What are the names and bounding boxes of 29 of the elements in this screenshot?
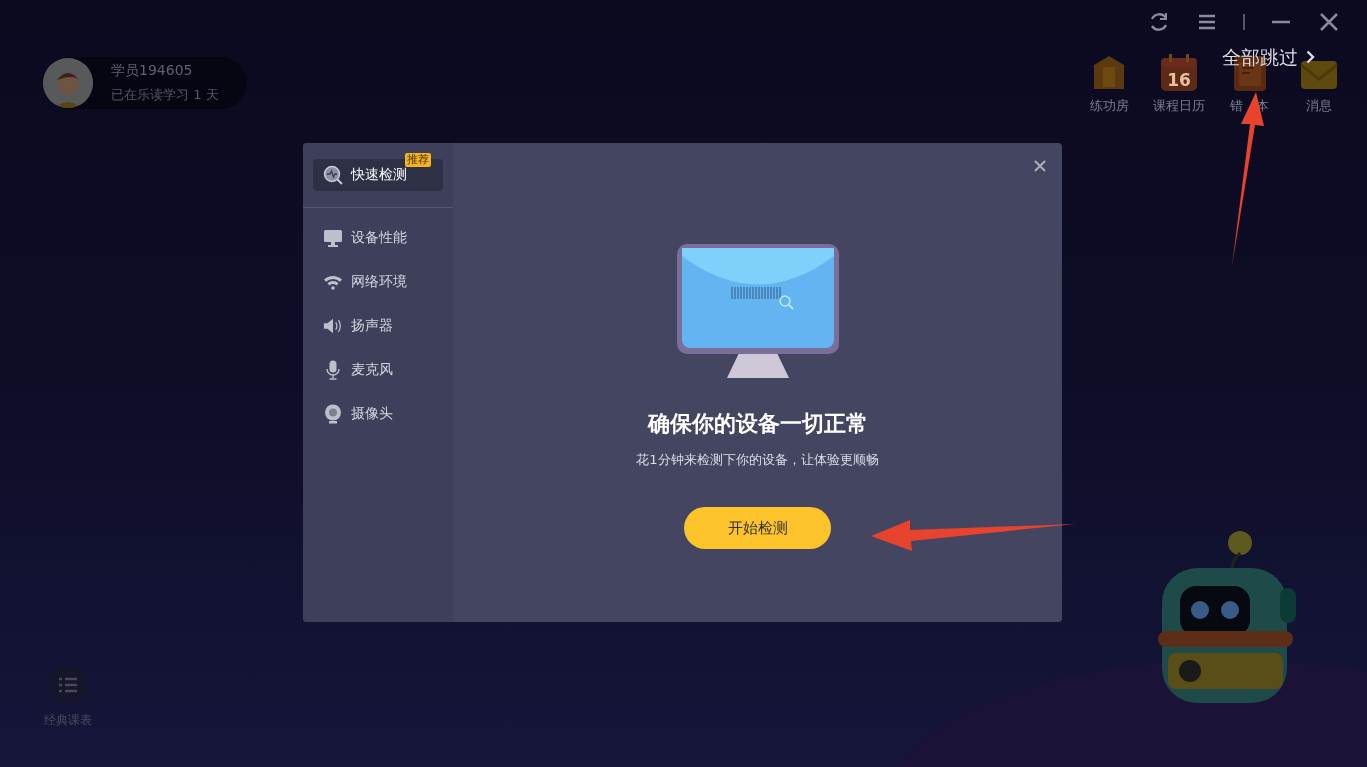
dialog-subtitle: 花1分钟来检测下你的设备，让体验更顺畅 (636, 451, 879, 469)
study-days-text: 已在乐读学习 1 天 (111, 86, 219, 104)
user-name: 学员194605 (111, 62, 194, 80)
calendar-date-text: 16 (1167, 70, 1191, 90)
nav-label[interactable]: 练功房 (1089, 97, 1129, 115)
chevron-right-icon (1306, 50, 1315, 64)
microphone-icon (323, 360, 343, 380)
start-check-button[interactable]: 开始检测 (684, 507, 831, 549)
monitor-icon (323, 229, 343, 247)
close-icon[interactable] (1034, 160, 1046, 172)
refresh-icon[interactable] (1148, 11, 1170, 33)
nav-label[interactable]: 课程日历 (1153, 97, 1205, 115)
dialog-title: 确保你的设备一切正常 (647, 410, 868, 438)
sidebar-tab[interactable]: 摄像头 (313, 398, 443, 430)
minimize-icon[interactable] (1272, 20, 1290, 24)
recommend-badge: 推荐 (405, 153, 431, 167)
sidebar-tab[interactable]: 麦克风 (313, 354, 443, 386)
nav-label[interactable]: 消息 (1306, 97, 1332, 115)
skip-all-link[interactable]: 全部跳过 (1222, 46, 1315, 68)
close-icon[interactable] (1319, 12, 1339, 32)
webcam-icon (323, 404, 343, 424)
avatar-icon (43, 58, 93, 108)
sidebar-tab[interactable]: 扬声器 (313, 310, 443, 342)
menu-icon[interactable] (1198, 14, 1216, 30)
speaker-icon (323, 317, 343, 335)
search-icon (323, 165, 343, 185)
wifi-icon (323, 274, 343, 290)
sidebar-tab[interactable]: 网络环境 (313, 266, 443, 298)
sidebar-tab[interactable]: 设备性能 (313, 222, 443, 254)
